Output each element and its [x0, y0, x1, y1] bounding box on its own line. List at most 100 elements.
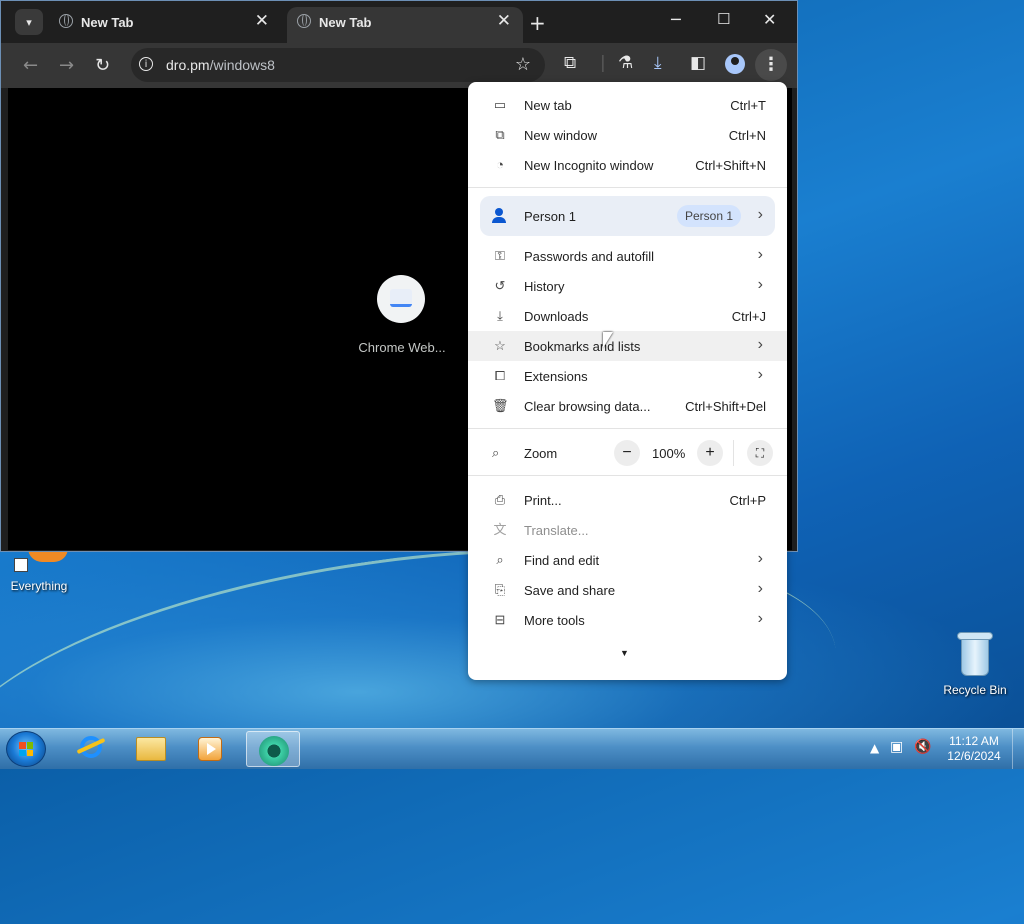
menu-item-new-incognito-window[interactable]: ◔ New Incognito window Ctrl+Shift+N: [468, 150, 787, 180]
kebab-menu-icon: ⋮: [762, 54, 780, 75]
menu-label: History: [524, 279, 565, 294]
network-icon[interactable]: ▣: [890, 739, 903, 755]
tab-new-tab-1[interactable]: New Tab ✕: [49, 7, 281, 43]
taskbar-chrome-app[interactable]: [246, 731, 300, 767]
volume-muted-icon[interactable]: 🔇: [914, 739, 931, 755]
scroll-down-arrow-icon[interactable]: ▼: [620, 648, 629, 658]
internet-explorer-icon: [80, 736, 102, 758]
clock-time: 11:12 AM: [949, 734, 999, 748]
menu-label: New window: [524, 128, 597, 143]
zoom-out-button[interactable]: −: [614, 440, 640, 466]
tab-strip: ▾ New Tab ✕ New Tab ✕ + ─ ☐ ✕: [1, 1, 797, 43]
shortcut-label[interactable]: Chrome Web...: [347, 340, 457, 355]
menu-shortcut: Ctrl+N: [728, 128, 766, 143]
extensions-puzzle-icon[interactable]: ⧉: [564, 53, 576, 73]
star-icon: ☆: [494, 338, 506, 353]
url-domain: dro.pm: [166, 57, 210, 73]
profile-avatar[interactable]: [725, 54, 745, 74]
extension-icon: ⧠: [494, 368, 506, 383]
url-text[interactable]: dro.pm/windows8: [166, 57, 275, 73]
menu-item-translate: 文 Translate...: [468, 515, 787, 545]
chevron-right-icon: ›: [757, 336, 763, 353]
maximize-icon[interactable]: ☐: [717, 10, 730, 28]
menu-item-more-tools[interactable]: ⊟ More tools ›: [468, 605, 787, 635]
zoom-in-button[interactable]: +: [697, 440, 723, 466]
new-tab-plus-icon[interactable]: +: [529, 11, 546, 35]
start-button[interactable]: [6, 731, 46, 767]
menu-item-history[interactable]: ↺ History ›: [468, 271, 787, 301]
chrome-menu-button[interactable]: ⋮: [755, 49, 787, 81]
menu-item-clear-browsing-data[interactable]: 🗑 Clear browsing data... Ctrl+Shift+Del: [468, 391, 787, 421]
menu-label: Clear browsing data...: [524, 399, 651, 414]
taskbar-media-player[interactable]: [184, 731, 238, 767]
globe-icon: [297, 14, 311, 28]
person-icon: [492, 208, 506, 223]
show-hidden-icons-icon[interactable]: ▲: [870, 741, 879, 755]
menu-item-new-tab[interactable]: ▭ New tab Ctrl+T: [468, 90, 787, 120]
clock-date: 12/6/2024: [947, 749, 1001, 763]
menu-shortcut: Ctrl+Shift+N: [695, 158, 766, 173]
recycle-bin-icon: [957, 632, 993, 678]
media-player-icon: [198, 737, 222, 761]
menu-label: Print...: [524, 493, 562, 508]
menu-item-profile[interactable]: Person 1 Person 1 ›: [480, 196, 775, 236]
print-icon: ⎙: [494, 492, 506, 507]
chevron-right-icon: ›: [757, 610, 763, 627]
trash-icon: 🗑: [492, 398, 509, 413]
menu-item-bookmarks-and-lists[interactable]: ☆ Bookmarks and lists ›: [468, 331, 787, 361]
taskbar-file-explorer[interactable]: [124, 731, 178, 767]
forward-arrow-icon[interactable]: →: [59, 55, 74, 76]
bookmark-star-icon[interactable]: ☆: [515, 54, 531, 75]
site-info-icon[interactable]: i: [139, 57, 153, 71]
menu-label: New tab: [524, 98, 572, 113]
download-icon[interactable]: ⤓: [654, 53, 662, 73]
address-bar[interactable]: i dro.pm/windows8 ☆: [131, 48, 545, 82]
zoom-label: Zoom: [524, 446, 558, 461]
close-tab-icon[interactable]: ✕: [497, 11, 511, 31]
menu-item-downloads[interactable]: ⤓ Downloads Ctrl+J: [468, 301, 787, 331]
menu-item-save-and-share[interactable]: ⎘ Save and share ›: [468, 575, 787, 605]
menu-label: Bookmarks and lists: [524, 339, 641, 354]
menu-label: Save and share: [524, 583, 616, 598]
chrome-web-store-shortcut[interactable]: [377, 275, 425, 323]
menu-label: New Incognito window: [524, 158, 654, 173]
menu-label: Translate...: [524, 523, 589, 538]
recycle-bin-label: Recycle Bin: [943, 683, 1007, 697]
system-clock[interactable]: 11:12 AM 12/6/2024: [940, 734, 1008, 764]
show-desktop-button[interactable]: [1012, 729, 1024, 769]
menu-item-new-window[interactable]: ⧉ New window Ctrl+N: [468, 120, 787, 150]
menu-label: Find and edit: [524, 553, 600, 568]
menu-label: Passwords and autofill: [524, 249, 655, 264]
menu-item-passwords-and-autofill[interactable]: ⚿ Passwords and autofill ›: [468, 241, 787, 271]
menu-shortcut: Ctrl+Shift+Del: [685, 399, 766, 414]
side-panel-icon[interactable]: ◧: [690, 53, 706, 73]
window-close-icon[interactable]: ✕: [763, 10, 776, 29]
minimize-icon[interactable]: ─: [671, 10, 681, 29]
taskbar-internet-explorer[interactable]: [62, 731, 116, 767]
menu-item-find-and-edit[interactable]: ⌕ Find and edit ›: [468, 545, 787, 575]
close-tab-icon[interactable]: ✕: [255, 11, 269, 31]
web-store-icon: [390, 289, 412, 307]
menu-zoom-row: ⌕ Zoom − 100% + ⛶: [468, 437, 787, 469]
back-arrow-icon[interactable]: ←: [23, 55, 38, 76]
menu-divider: [468, 187, 787, 188]
mouse-cursor-icon: [603, 332, 613, 348]
menu-label: Extensions: [524, 369, 588, 384]
key-icon: ⚿: [495, 248, 505, 263]
menu-item-extensions[interactable]: ⧠ Extensions ›: [468, 361, 787, 391]
tab-title: New Tab: [319, 15, 372, 30]
menu-divider: [468, 428, 787, 429]
menu-item-print[interactable]: ⎙ Print... Ctrl+P: [468, 485, 787, 515]
menu-divider: [468, 475, 787, 476]
tab-search-button[interactable]: ▾: [15, 9, 43, 35]
reload-icon[interactable]: ↻: [95, 55, 110, 76]
taskbar: ▲ ▣ 🔇 11:12 AM 12/6/2024: [0, 728, 1024, 769]
labs-flask-icon[interactable]: ⚗: [618, 53, 633, 73]
profile-name: Person 1: [524, 209, 577, 224]
fullscreen-icon[interactable]: ⛶: [747, 440, 773, 466]
menu-shortcut: Ctrl+T: [730, 98, 766, 113]
tab-new-tab-2[interactable]: New Tab ✕: [287, 7, 523, 43]
history-icon: ↺: [494, 278, 506, 293]
toolbar-divider: |: [600, 53, 606, 73]
zoom-magnifier-icon: ⌕: [492, 445, 500, 460]
